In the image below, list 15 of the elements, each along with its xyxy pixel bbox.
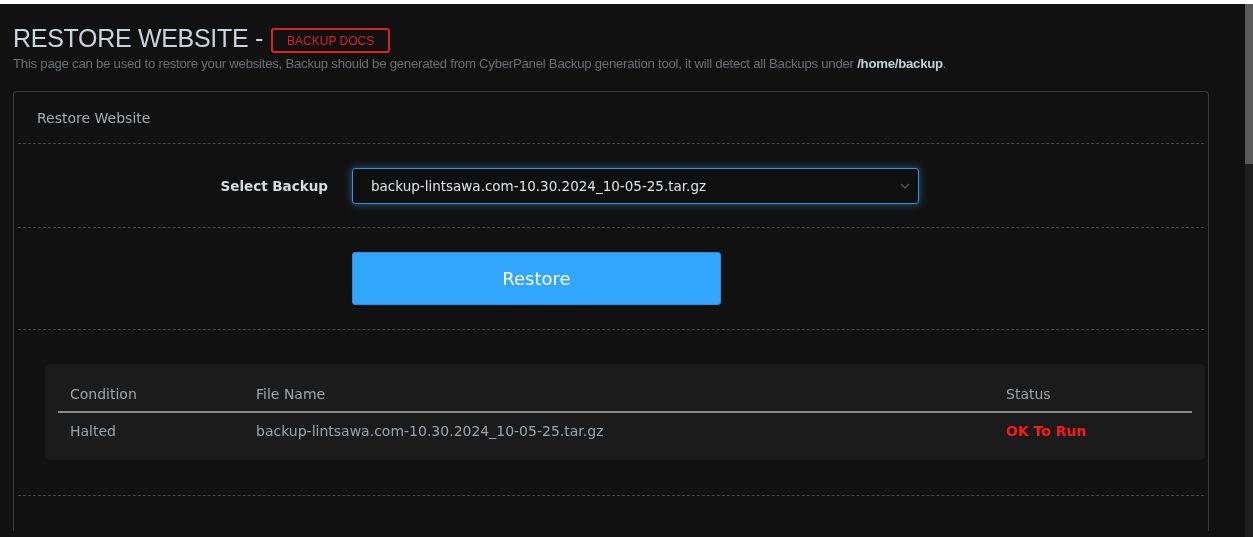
backup-docs-link[interactable]: BACKUP DOCS	[271, 27, 391, 53]
select-backup-label: Select Backup	[220, 178, 328, 194]
panel-title: Restore Website	[18, 92, 1204, 144]
backup-select[interactable]: backup-lintsawa.com-10.30.2024_10-05-25.tar.gz	[352, 168, 919, 204]
column-header: File Name	[256, 385, 327, 402]
condition-cell-text: Halted	[70, 422, 117, 439]
restore-button[interactable]: Restore	[352, 252, 721, 305]
scrollbar-thumb[interactable]	[1245, 4, 1253, 164]
status-cell-text: OK To Run	[1006, 422, 1088, 439]
column-header: Status	[1006, 385, 1052, 402]
page-description: This page can be used to restore your websites, Backup should be generated from CyberPanel Backup generation tool, it will detect all Backups under /home/backup.	[13, 56, 948, 71]
page-title: RESTORE WEBSITE -	[13, 24, 264, 53]
column-header: Condition	[70, 385, 138, 402]
chevron-down-icon	[900, 183, 910, 189]
file-name-cell-text: backup-lintsawa.com-10.30.2024_10-05-25.tar.gz	[256, 422, 605, 439]
